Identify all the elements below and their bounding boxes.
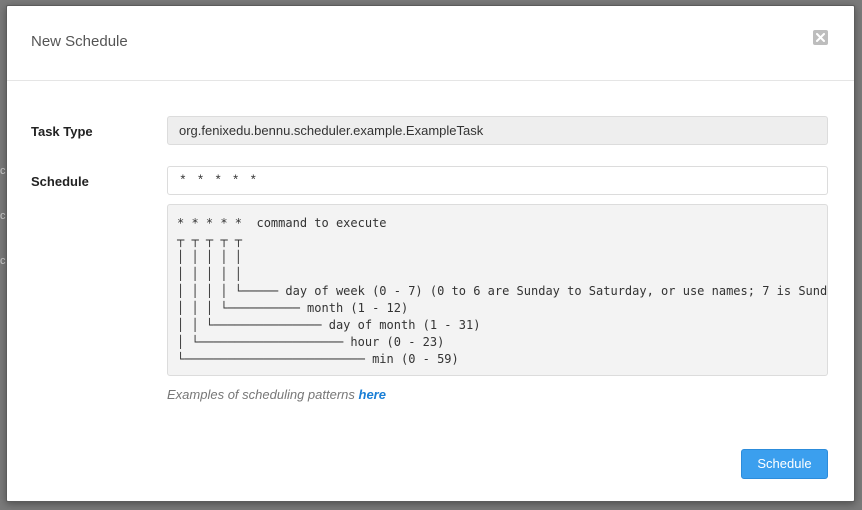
new-schedule-dialog: New Schedule Task Type org.fenixedu.benn…	[6, 5, 855, 502]
examples-text: Examples of scheduling patterns	[167, 387, 359, 402]
schedule-label: Schedule	[31, 174, 89, 189]
examples-hint: Examples of scheduling patterns here	[167, 387, 386, 402]
close-icon	[816, 33, 825, 42]
task-type-field: org.fenixedu.bennu.scheduler.example.Exa…	[167, 116, 828, 145]
cron-help-line: └───────────────────────── min (0 - 59)	[177, 352, 459, 366]
cron-help-line: │ │ │ │ │	[177, 267, 243, 281]
cron-syntax-diagram: * * * * * command to execute ┬ ┬ ┬ ┬ ┬ │…	[168, 205, 827, 368]
close-button[interactable]	[813, 30, 828, 45]
schedule-input[interactable]	[167, 166, 828, 195]
cron-help-line: │ │ └─────────────── day of month (1 - 3…	[177, 318, 481, 332]
cron-help-line: │ │ │ │ └───── day of week (0 - 7) (0 to…	[177, 284, 828, 298]
schedule-button[interactable]: Schedule	[741, 449, 828, 479]
cron-help-line: │ │ │ └────────── month (1 - 12)	[177, 301, 409, 315]
dialog-header: New Schedule	[7, 6, 854, 81]
dialog-title: New Schedule	[31, 33, 128, 50]
cron-help-line: * * * * * command to execute	[177, 216, 387, 230]
cron-syntax-help: * * * * * command to execute ┬ ┬ ┬ ┬ ┬ │…	[167, 204, 828, 376]
task-type-label: Task Type	[31, 124, 93, 139]
cron-help-line: ┬ ┬ ┬ ┬ ┬	[177, 233, 243, 247]
cron-help-line: │ └──────────────────── hour (0 - 23)	[177, 335, 445, 349]
examples-link[interactable]: here	[359, 387, 386, 402]
cron-help-line: │ │ │ │ │	[177, 250, 243, 264]
